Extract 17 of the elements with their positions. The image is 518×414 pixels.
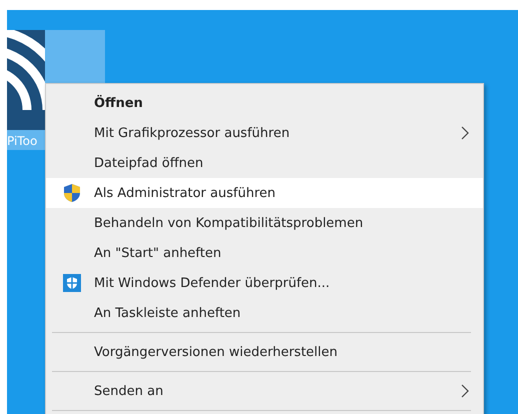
menu-item[interactable]: An Taskleiste anheften — [46, 298, 483, 328]
menu-item[interactable]: An "Start" anheften — [46, 238, 483, 268]
chevron-right-icon — [461, 126, 469, 140]
shield-icon — [63, 274, 81, 292]
menu-item[interactable]: Öffnen — [46, 88, 483, 118]
shield-icon — [63, 183, 81, 203]
menu-item[interactable]: Als Administrator ausführen — [46, 178, 483, 208]
menu-item[interactable]: Senden an — [46, 376, 483, 406]
menu-item[interactable]: Behandeln von Kompatibilitätsproblemen — [46, 208, 483, 238]
wifi-icon — [7, 30, 45, 130]
chevron-right-icon — [461, 384, 469, 398]
menu-item[interactable]: Mit Grafikprozessor ausführen — [46, 118, 483, 148]
selection-highlight[interactable] — [45, 30, 105, 83]
menu-item[interactable]: Vorgängerversionen wiederherstellen — [46, 337, 483, 367]
menu-item[interactable]: Mit Windows Defender überprüfen... — [46, 268, 483, 298]
icon-label: PiToo — [7, 134, 38, 148]
menu-item[interactable]: Dateipfad öffnen — [46, 148, 483, 178]
